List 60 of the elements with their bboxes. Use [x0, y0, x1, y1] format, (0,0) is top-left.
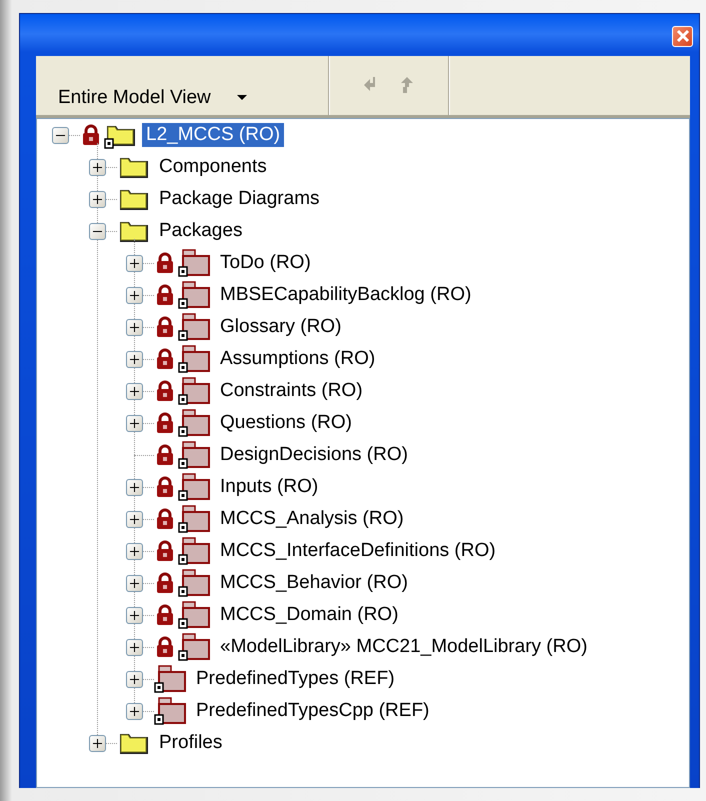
plus-icon	[130, 354, 139, 364]
expand-button[interactable]	[126, 382, 143, 400]
expand-button[interactable]	[126, 478, 143, 496]
plus-icon	[130, 290, 139, 300]
plus-icon	[130, 578, 139, 588]
tree-item[interactable]: Inputs (RO)	[216, 475, 322, 499]
plus-icon	[130, 386, 139, 396]
expand-button[interactable]	[126, 638, 143, 656]
plus-icon	[130, 546, 139, 556]
expand-button[interactable]	[126, 510, 143, 528]
expand-button[interactable]	[126, 606, 143, 624]
expand-button[interactable]	[126, 254, 143, 272]
expand-button[interactable]	[126, 670, 143, 688]
tree-item[interactable]: PredefinedTypes (REF)	[192, 667, 399, 691]
plus-icon	[130, 418, 139, 428]
expand-button[interactable]	[126, 350, 143, 368]
close-icon	[676, 29, 690, 43]
tree-item[interactable]: MCCS_Domain (RO)	[216, 603, 402, 627]
plus-icon	[130, 610, 139, 620]
tree-item[interactable]: MCCS_Behavior (RO)	[216, 571, 412, 595]
expand-button[interactable]	[126, 286, 143, 304]
tree-item[interactable]: Questions (RO)	[216, 411, 356, 435]
expand-button[interactable]	[126, 414, 143, 432]
tree-item[interactable]: Package Diagrams	[155, 187, 324, 211]
expand-button[interactable]	[89, 190, 106, 208]
plus-icon	[93, 738, 102, 748]
plus-icon	[93, 162, 102, 172]
expand-button[interactable]	[126, 702, 143, 720]
plus-icon	[130, 258, 139, 268]
view-dropdown[interactable]: Entire Model View	[36, 87, 306, 115]
tree-item[interactable]: Glossary (RO)	[216, 315, 346, 339]
expand-button[interactable]	[126, 542, 143, 560]
expand-button[interactable]	[126, 318, 143, 336]
expand-button[interactable]	[126, 574, 143, 592]
caret-icon	[236, 95, 247, 101]
tree-item[interactable]: PredefinedTypesCpp (REF)	[192, 699, 434, 723]
tree-item[interactable]: Packages	[155, 219, 246, 243]
plus-icon	[130, 514, 139, 524]
plus-icon	[130, 674, 139, 684]
plus-icon	[130, 642, 139, 652]
tree-item[interactable]: L2_MCCS (RO)	[142, 123, 284, 147]
tree-item[interactable]: Constraints (RO)	[216, 379, 367, 403]
tree-item[interactable]: «ModelLibrary» MCC21_ModelLibrary (RO)	[216, 635, 592, 659]
plus-icon	[93, 194, 102, 204]
collapse-button[interactable]	[52, 126, 69, 144]
tree-item[interactable]: MBSECapabilityBacklog (RO)	[216, 283, 476, 307]
plus-icon	[130, 322, 139, 332]
tree-item[interactable]: MCCS_InterfaceDefinitions (RO)	[216, 539, 500, 563]
close-button[interactable]	[672, 26, 693, 46]
plus-icon	[130, 706, 139, 716]
tree-item[interactable]: Profiles	[155, 731, 226, 755]
tree-item[interactable]: DesignDecisions (RO)	[216, 443, 412, 467]
plus-icon	[130, 482, 139, 492]
expand-button[interactable]	[89, 158, 106, 176]
tree-item[interactable]: ToDo (RO)	[216, 251, 315, 275]
collapse-button[interactable]	[89, 222, 106, 240]
tree-item[interactable]: MCCS_Analysis (RO)	[216, 507, 408, 531]
expand-button[interactable]	[89, 734, 106, 752]
tree-item[interactable]: Components	[155, 155, 271, 179]
tree-item[interactable]: Assumptions (RO)	[216, 347, 380, 371]
